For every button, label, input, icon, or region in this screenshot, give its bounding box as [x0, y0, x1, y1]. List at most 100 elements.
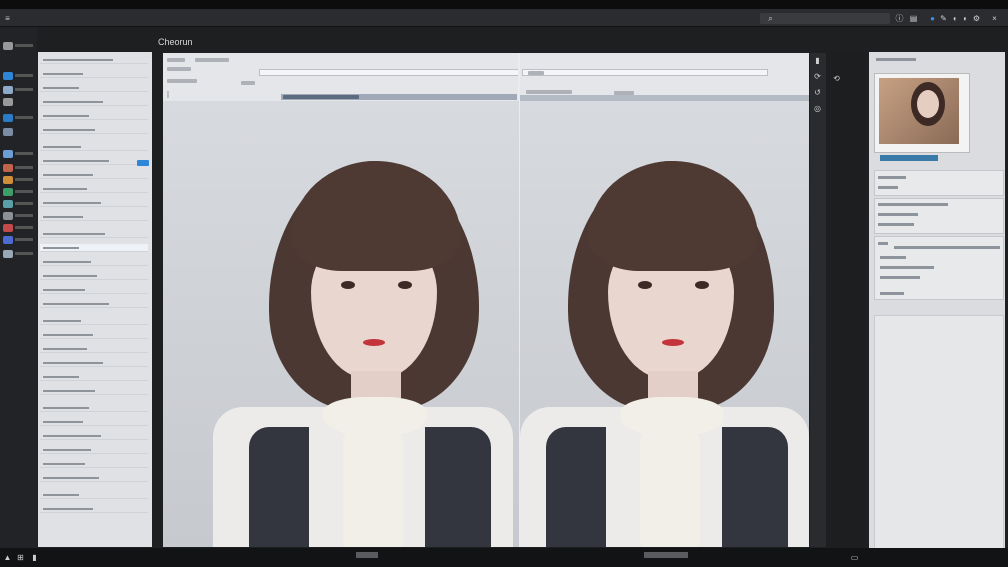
zoom-level[interactable] [644, 552, 688, 558]
apply-button[interactable] [137, 160, 149, 166]
zoom-out-button[interactable] [356, 552, 378, 558]
color-icon[interactable] [3, 150, 13, 158]
home-icon[interactable] [3, 42, 13, 50]
header-label [241, 81, 255, 85]
pane-header [520, 53, 809, 101]
card-label [878, 223, 914, 226]
heal-icon[interactable] [3, 176, 13, 184]
brush-icon[interactable]: ✎ [939, 14, 948, 23]
folder-icon[interactable] [3, 72, 13, 80]
adjust-icon[interactable] [3, 128, 13, 136]
grid-icon[interactable]: ⊞ [16, 553, 25, 562]
top-toolbar: ≡ ⌕ ⓘ ▤ ● ✎ ◖ ◐ ⚙ × [0, 9, 1008, 27]
property-row[interactable] [40, 373, 148, 381]
ellipse-icon[interactable]: ◖ [950, 14, 959, 23]
shape-icon[interactable] [3, 224, 13, 232]
name-field[interactable] [259, 69, 519, 76]
search-field[interactable] [760, 13, 890, 24]
property-row[interactable] [40, 126, 148, 134]
property-row[interactable] [40, 404, 148, 412]
layers-icon[interactable]: ▤ [909, 14, 918, 23]
property-row[interactable] [40, 446, 148, 454]
property-row[interactable] [40, 300, 148, 308]
property-label [43, 87, 79, 89]
property-label [43, 303, 109, 305]
property-row[interactable] [40, 70, 148, 78]
property-row[interactable] [40, 157, 148, 165]
property-row[interactable] [40, 171, 148, 179]
rail-label [15, 226, 33, 229]
close-icon[interactable]: × [990, 14, 999, 23]
property-row[interactable] [40, 345, 148, 353]
property-row[interactable] [40, 432, 148, 440]
property-row[interactable] [40, 84, 148, 92]
property-row[interactable] [40, 213, 148, 221]
property-row[interactable] [40, 317, 148, 325]
rail-label [15, 116, 33, 119]
property-label [43, 261, 91, 263]
property-row[interactable] [40, 460, 148, 468]
card-label [878, 213, 918, 216]
app-window: ≡ ⌕ ⓘ ▤ ● ✎ ◖ ◐ ⚙ × Cheorun ▮ ⟳ ↺ ◎ ⟲ ▲ … [0, 0, 1008, 567]
property-label [43, 129, 95, 131]
info-icon[interactable]: ⓘ [895, 14, 904, 23]
rail-label [15, 74, 33, 77]
rotate-icon[interactable]: ⟳ [813, 72, 822, 81]
property-row[interactable] [40, 56, 148, 64]
brush-tool-icon[interactable] [3, 164, 13, 172]
battery-icon: ▮ [32, 553, 37, 562]
property-label [43, 146, 81, 148]
file-path [22, 13, 100, 23]
property-row[interactable] [40, 418, 148, 426]
vest-left [546, 427, 606, 547]
property-row[interactable] [40, 185, 148, 193]
document-tab[interactable]: Cheorun [158, 37, 193, 47]
property-row[interactable] [40, 230, 148, 238]
rail-label [15, 44, 33, 47]
crop-icon[interactable] [3, 98, 13, 106]
text-icon[interactable] [3, 212, 13, 220]
history-icon[interactable] [3, 250, 13, 258]
eye [398, 281, 412, 289]
property-row[interactable] [40, 143, 148, 151]
layers-tool-icon[interactable] [3, 114, 13, 122]
property-row[interactable] [40, 359, 148, 367]
history-icon[interactable]: ↺ [813, 88, 822, 97]
property-label [43, 320, 81, 322]
mask-icon[interactable] [3, 188, 13, 196]
property-row[interactable] [40, 98, 148, 106]
compare-icon[interactable]: ◎ [813, 104, 822, 113]
circle-icon[interactable]: ● [928, 14, 937, 23]
property-row[interactable] [40, 474, 148, 482]
property-row[interactable] [40, 331, 148, 339]
property-label [43, 376, 79, 378]
export-icon[interactable] [3, 236, 13, 244]
property-row[interactable] [40, 112, 148, 120]
property-row[interactable] [40, 272, 148, 280]
gear-icon[interactable]: ⚙ [972, 14, 981, 23]
card-label [880, 256, 906, 259]
property-row[interactable] [40, 505, 148, 513]
filter-icon[interactable] [3, 200, 13, 208]
refresh-icon[interactable]: ⟲ [832, 74, 841, 83]
card-label [880, 266, 934, 269]
eye [695, 281, 709, 289]
fit-icon[interactable]: ▭ [850, 553, 859, 562]
drop-icon[interactable]: ◐ [961, 14, 970, 23]
property-row[interactable] [40, 387, 148, 395]
canvas-scrollbar[interactable] [810, 53, 826, 547]
property-row[interactable] [40, 491, 148, 499]
name-field[interactable] [522, 69, 768, 76]
zoom-slider[interactable] [880, 155, 938, 161]
menu-icon[interactable]: ≡ [3, 14, 12, 23]
property-row[interactable] [40, 286, 148, 294]
navigator-thumbnail[interactable] [874, 73, 970, 153]
rail-label [15, 252, 33, 255]
image-icon[interactable] [3, 86, 13, 94]
pin-icon[interactable]: ▮ [813, 56, 822, 65]
card-label [878, 203, 948, 206]
property-row[interactable] [40, 244, 148, 252]
property-row[interactable] [40, 199, 148, 207]
property-row[interactable] [40, 258, 148, 266]
property-label [43, 233, 105, 235]
